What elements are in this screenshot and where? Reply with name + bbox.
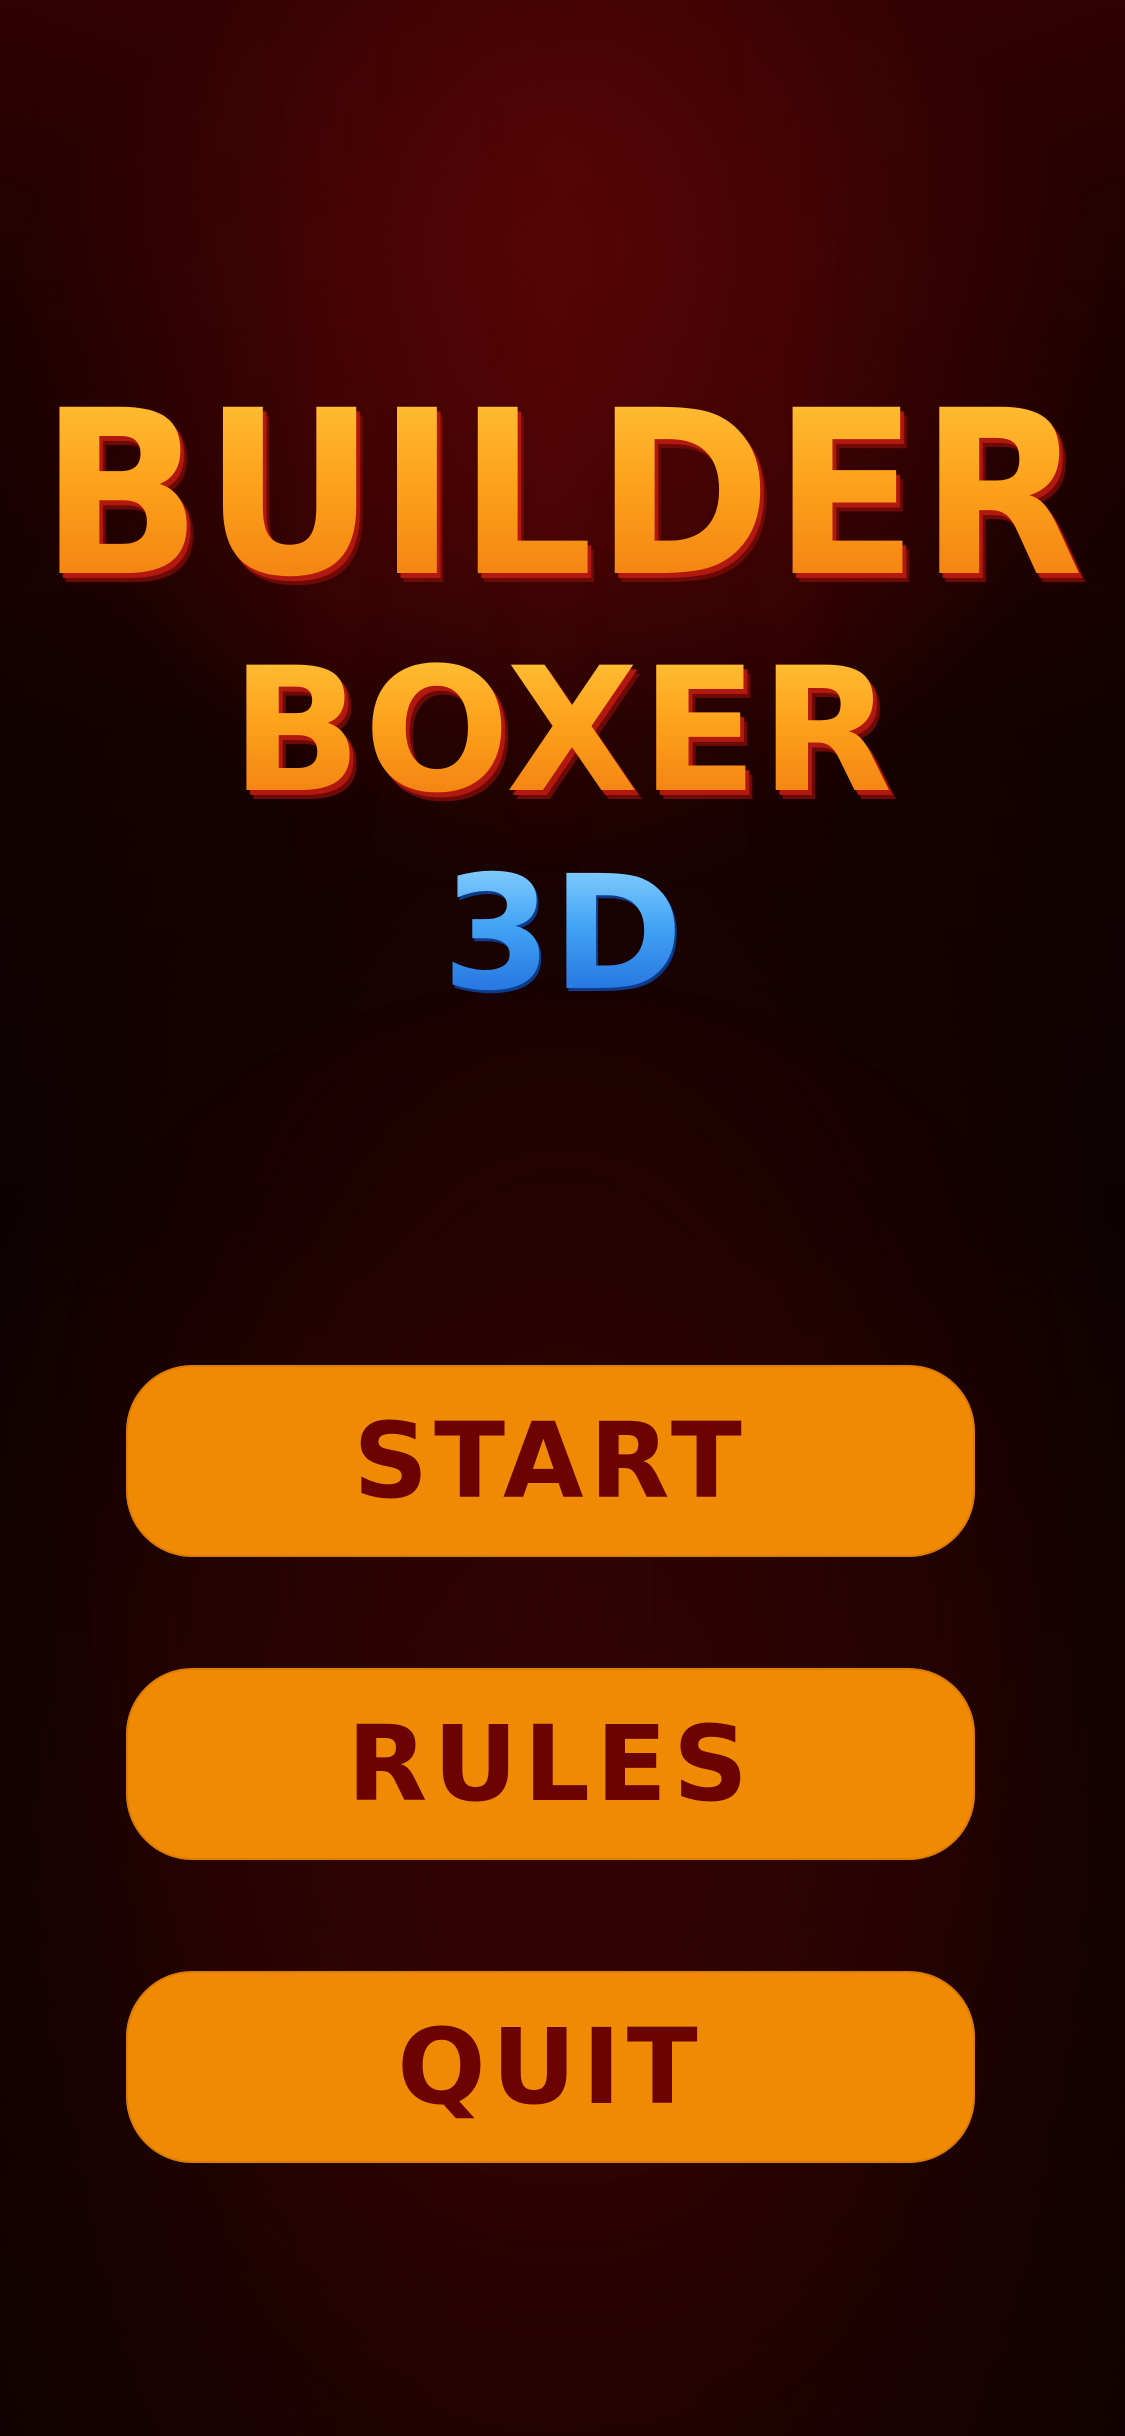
quit-button-label: QUIT — [397, 2006, 704, 2128]
logo-title-3d: 3D — [0, 855, 1125, 1013]
start-button-label: START — [353, 1400, 748, 1522]
logo-title-boxer: BOXER — [0, 645, 1125, 817]
rules-button[interactable]: RULES — [126, 1668, 975, 1860]
logo-title-builder: BUILDER — [40, 361, 1085, 627]
start-button[interactable]: START — [126, 1365, 975, 1557]
quit-button[interactable]: QUIT — [126, 1971, 975, 2163]
rules-button-label: RULES — [347, 1703, 754, 1825]
